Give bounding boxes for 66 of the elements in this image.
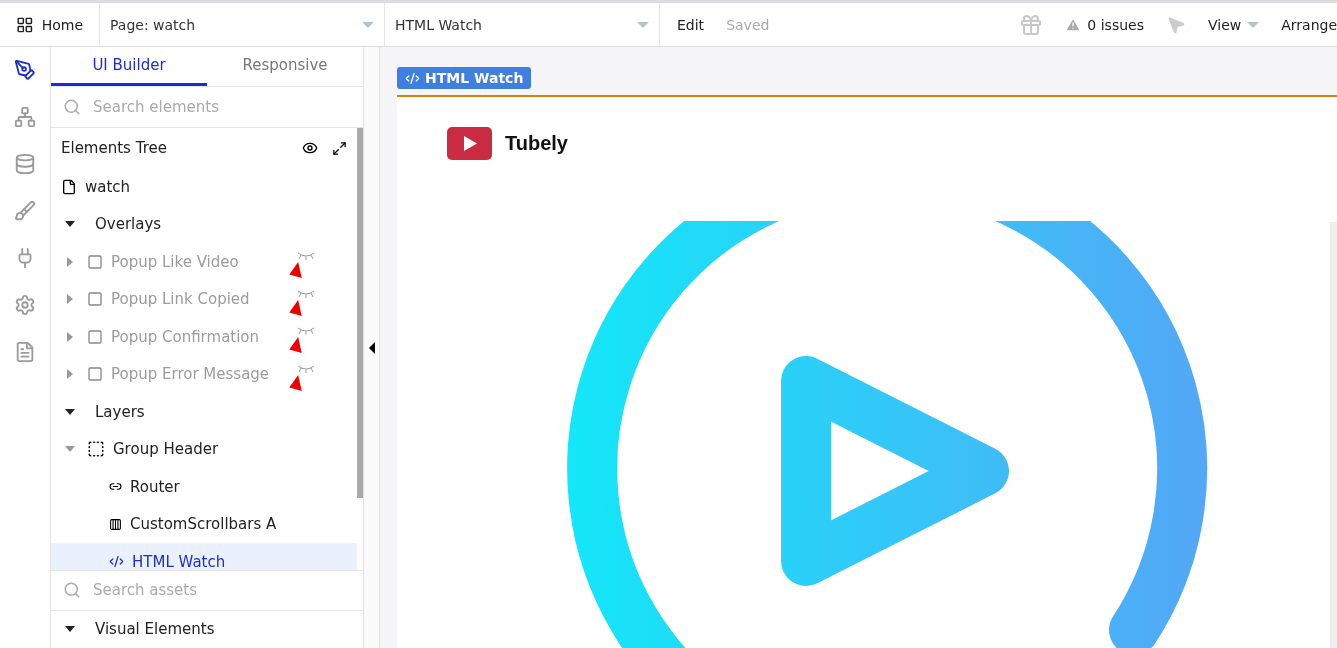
data-tab[interactable] [14,153,36,175]
expand-icon[interactable] [332,140,347,156]
expand-caret-icon[interactable] [65,408,75,415]
popup-icon [87,328,103,345]
workflow-tab[interactable] [14,106,36,128]
settings-icon [14,294,36,316]
collapse-panel-button[interactable] [368,341,375,354]
tree-item-label: Popup Error Message [111,365,270,384]
tree-section[interactable]: Overlays [51,205,357,243]
closed-eye-icon[interactable] [297,289,315,298]
eye-icon[interactable] [302,140,318,156]
design-tab[interactable] [14,59,36,81]
tree-title: Elements Tree [61,139,168,157]
document-icon [14,341,36,363]
code-icon [109,554,124,570]
edit-menu[interactable]: Edit [677,16,705,33]
popup-icon [87,253,103,270]
settings-tab[interactable] [14,294,36,316]
styles-tab[interactable] [14,200,36,222]
grid-icon [16,15,34,34]
arrange-menu[interactable]: Arrange [1281,16,1337,33]
closed-eye-icon[interactable] [297,327,315,335]
sitemap-icon [14,106,36,128]
code-icon [405,70,420,86]
tree-item-label: Router [130,477,180,496]
section-label: Visual Elements [95,620,215,639]
tree-item-label: HTML Watch [132,552,226,570]
view-menu[interactable]: View [1207,16,1260,33]
design-icon [14,59,36,81]
database-icon [14,153,36,175]
logs-tab[interactable] [14,341,36,363]
brand-name: Tubely [505,132,568,155]
popup-icon [87,366,103,383]
expand-caret-icon[interactable] [65,626,75,633]
search-icon [63,98,81,116]
issues-button[interactable]: 0 issues [1065,16,1144,33]
scrollbars-icon [109,517,122,531]
gift-icon[interactable] [1019,12,1044,37]
tree-section[interactable]: Visual Elements [51,610,363,648]
tree-item[interactable]: CustomScrollbars A [51,505,357,543]
tree-item[interactable]: Router [51,468,357,506]
save-status: Saved [726,16,770,33]
tree-item-label: watch [85,177,131,196]
element-tag-label: HTML Watch [425,70,524,86]
tree-item-label: Popup Link Copied [111,290,250,309]
tree-item-label: Popup Confirmation [111,327,260,346]
play-logo-icon [447,127,492,160]
brush-icon [14,200,36,222]
search-icon [63,581,81,599]
tree-item-label: Popup Like Video [111,252,239,271]
element-tag[interactable]: HTML Watch [397,67,532,89]
popup-icon [87,291,103,308]
tree-section[interactable]: Layers [51,393,357,431]
expand-caret-icon[interactable] [65,221,75,228]
tree-item[interactable]: Group Header [51,430,357,468]
tree-item[interactable]: HTML Watch [51,543,357,570]
scrollbar-thumb[interactable] [357,128,363,498]
closed-eye-icon[interactable] [297,252,315,260]
page-icon [61,178,77,195]
tree-item-label: CustomScrollbars A [130,515,277,534]
tree-item-label: Layers [95,402,145,421]
tree-item-label: Overlays [95,215,162,234]
closed-eye-icon[interactable] [297,364,315,373]
tree-item-label: Group Header [113,440,219,459]
tree-item[interactable]: watch [51,168,357,206]
group-icon [87,440,105,459]
